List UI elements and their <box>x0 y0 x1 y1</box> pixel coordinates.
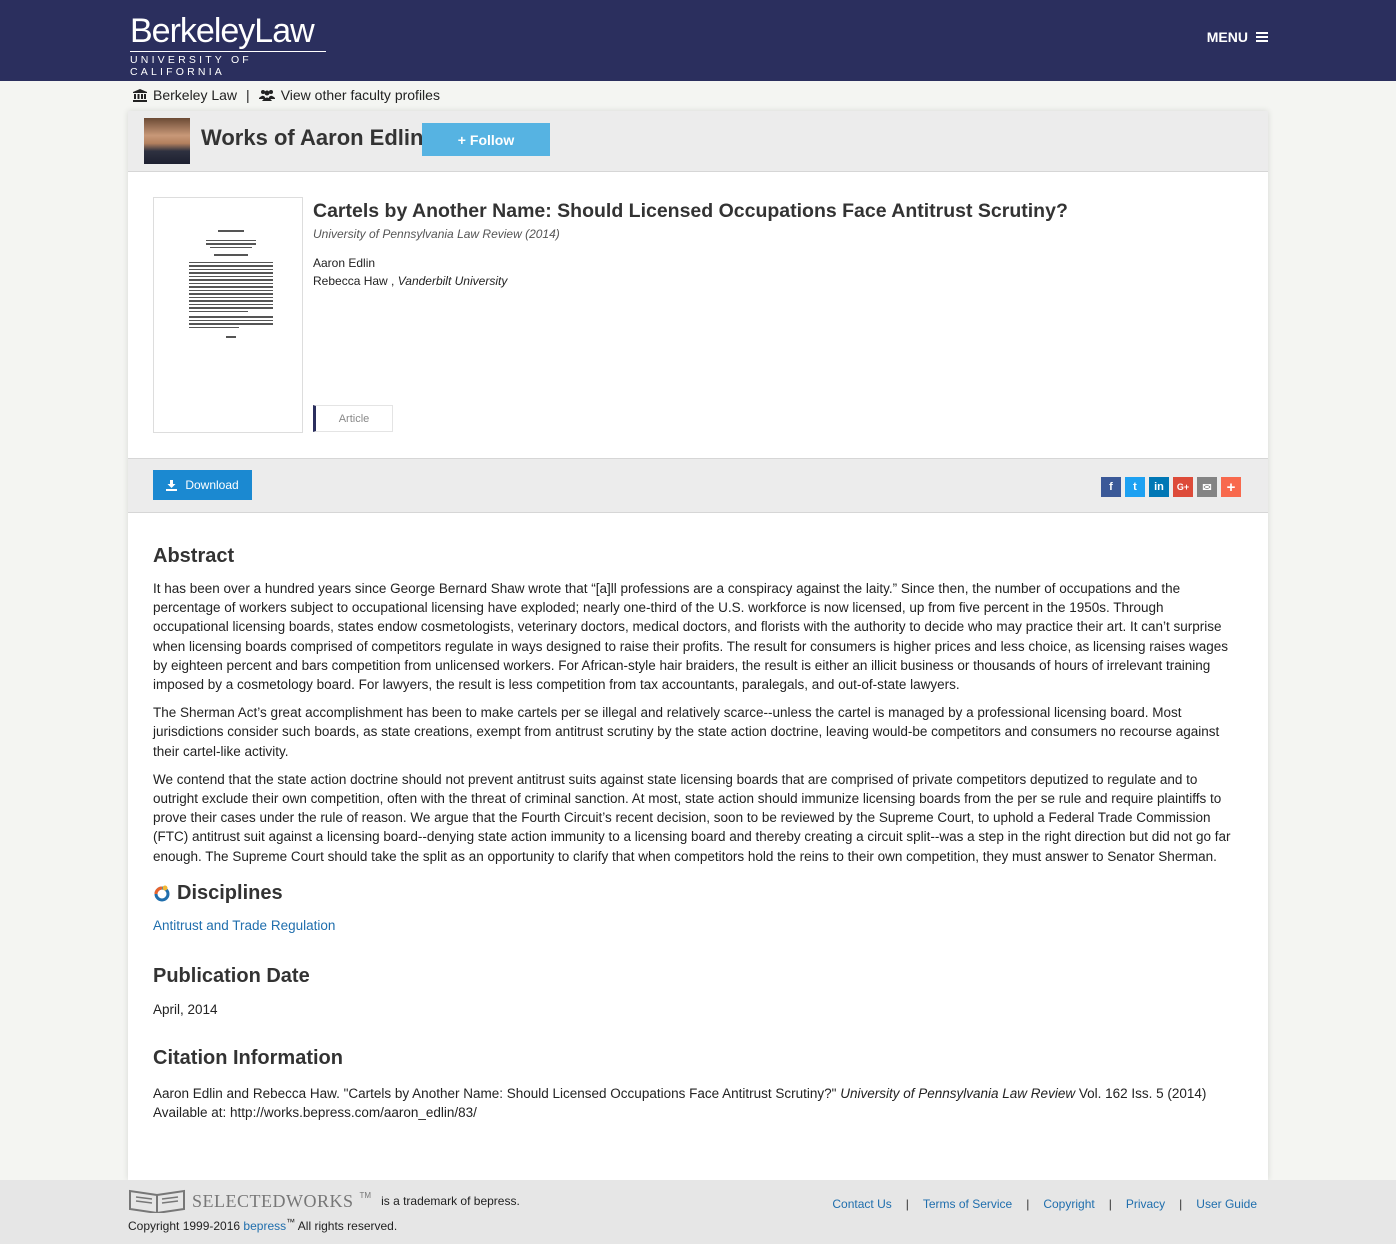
action-bar: Download f t in G+ ✉ + <box>128 458 1268 513</box>
citation-text: Aaron Edlin and Rebecca Haw. "Cartels by… <box>153 1084 1243 1122</box>
logo-main-text: BerkeleyLaw <box>130 12 315 50</box>
menu-label: MENU <box>1206 29 1248 45</box>
selectedworks-logo[interactable]: SELECTEDWORKS TM is a trademark of bepre… <box>128 1189 520 1213</box>
download-label: Download <box>185 478 239 492</box>
discipline-link[interactable]: Antitrust and Trade Regulation <box>153 918 335 933</box>
citation-prefix: Aaron Edlin and Rebecca Haw. "Cartels by… <box>153 1085 837 1101</box>
abstract-paragraph: It has been over a hundred years since G… <box>153 581 1229 693</box>
coauthor-affiliation: Vanderbilt University <box>397 274 508 288</box>
article-journal: University of Pennsylvania Law Review (2… <box>313 227 560 241</box>
linkedin-icon[interactable]: in <box>1149 477 1169 497</box>
breadcrumb-separator: | <box>246 87 250 103</box>
bepress-link[interactable]: bepress <box>243 1219 286 1233</box>
email-icon[interactable]: ✉ <box>1197 477 1217 497</box>
follow-label: Follow <box>469 131 515 148</box>
privacy-link[interactable]: Privacy <box>1126 1197 1165 1211</box>
download-icon <box>166 479 178 491</box>
coauthor-name: Rebecca Haw <box>313 274 388 288</box>
article-type-tag: Article <box>313 405 393 432</box>
breadcrumb: Berkeley Law | View other faculty profil… <box>133 87 440 103</box>
article-thumbnail[interactable] <box>153 197 303 433</box>
follow-button[interactable]: + Follow <box>422 123 550 156</box>
author-avatar[interactable] <box>144 118 190 164</box>
google-plus-icon[interactable]: G+ <box>1173 477 1193 497</box>
copyright-link[interactable]: Copyright <box>1043 1197 1094 1211</box>
download-button[interactable]: Download <box>153 470 252 500</box>
disciplines-heading: Disciplines <box>153 882 1243 905</box>
facebook-icon[interactable]: f <box>1101 477 1121 497</box>
institution-icon <box>133 88 147 102</box>
twitter-icon[interactable]: t <box>1125 477 1145 497</box>
site-footer: SELECTEDWORKS TM is a trademark of bepre… <box>0 1180 1396 1244</box>
disciplines-icon <box>154 885 170 902</box>
coauthor: Rebecca Haw , Vanderbilt University <box>313 274 508 288</box>
plus-icon: + <box>457 131 466 148</box>
citation-available: Available at: http://works.bepress.com/a… <box>153 1104 477 1120</box>
publication-date-heading: Publication Date <box>153 964 310 987</box>
logo-sub-text: UNIVERSITY OF CALIFORNIA <box>130 51 326 78</box>
work-details: Abstract It has been over a hundred year… <box>153 545 1243 1122</box>
selectedworks-brand: SELECTEDWORKS <box>192 1190 354 1211</box>
contact-us-link[interactable]: Contact Us <box>832 1197 891 1211</box>
abstract-heading: Abstract <box>153 545 235 567</box>
author-name: Aaron Edlin <box>313 256 376 270</box>
user-guide-link[interactable]: User Guide <box>1196 1197 1257 1211</box>
site-header: BerkeleyLaw UNIVERSITY OF CALIFORNIA MEN… <box>0 0 1396 81</box>
disciplines-heading-text: Disciplines <box>177 881 283 904</box>
thumbnail-page-preview <box>189 228 273 348</box>
trademark-text: is a trademark of bepress. <box>381 1194 520 1208</box>
open-book-icon <box>129 1189 185 1213</box>
abstract-text: It has been over a hundred years since G… <box>153 579 1243 866</box>
faculty-profiles-link[interactable]: View other faculty profiles <box>281 87 440 103</box>
citation-suffix: Vol. 162 Iss. 5 (2014) <box>1078 1085 1207 1101</box>
article-title[interactable]: Cartels by Another Name: Should Licensed… <box>313 200 1068 223</box>
users-icon <box>258 90 275 101</box>
copyright-prefix: Copyright 1999-2016 <box>128 1219 241 1233</box>
menu-button[interactable]: MENU <box>1207 29 1268 45</box>
share-buttons: f t in G+ ✉ + <box>1101 477 1241 497</box>
copyright: Copyright 1999-2016 bepress™ All rights … <box>128 1217 398 1233</box>
abstract-paragraph: We contend that the state action doctrin… <box>153 771 1231 864</box>
breadcrumb-home-link[interactable]: Berkeley Law <box>153 87 237 103</box>
hamburger-icon <box>1256 30 1268 44</box>
copyright-suffix: All rights reserved. <box>297 1219 398 1233</box>
profile-header: Works of Aaron Edlin + Follow <box>128 111 1268 172</box>
footer-links: Contact Us | Terms of Service | Copyrigh… <box>832 1197 1257 1211</box>
citation-journal: University of Pennsylvania Law Review <box>840 1085 1076 1101</box>
abstract-paragraph: The Sherman Act’s great accomplishment h… <box>153 705 1220 759</box>
citation-heading: Citation Information <box>153 1046 343 1069</box>
terms-of-service-link[interactable]: Terms of Service <box>923 1197 1012 1211</box>
berkeley-law-logo[interactable]: BerkeleyLaw UNIVERSITY OF CALIFORNIA <box>130 13 326 78</box>
more-share-icon[interactable]: + <box>1221 477 1241 497</box>
works-title: Works of Aaron Edlin <box>201 125 424 150</box>
publication-date-value: April, 2014 <box>153 1001 218 1017</box>
article-summary: Cartels by Another Name: Should Licensed… <box>128 172 1268 458</box>
